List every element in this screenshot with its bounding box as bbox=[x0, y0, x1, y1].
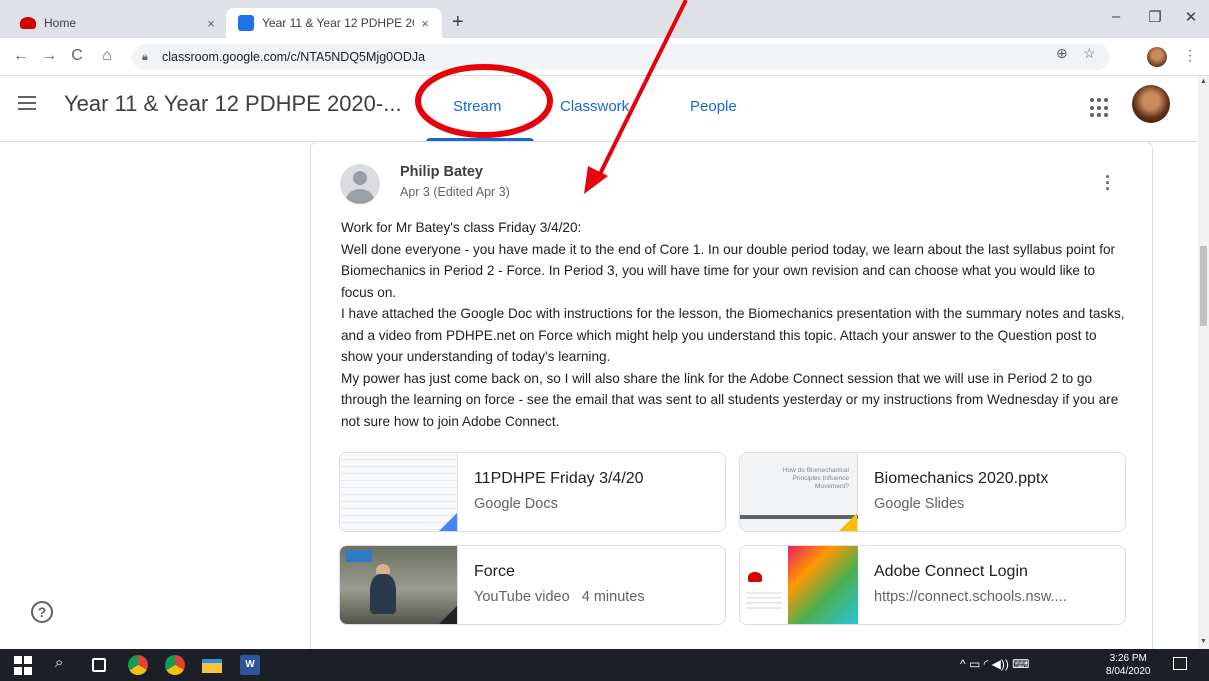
forward-icon[interactable]: → bbox=[38, 47, 60, 65]
windows-start-icon[interactable] bbox=[14, 656, 34, 676]
home-icon[interactable]: ⌂ bbox=[96, 47, 118, 65]
browser-tab-title: Year 11 & Year 12 PDHPE 2020-2 bbox=[262, 16, 414, 30]
chrome-menu-icon[interactable]: ⋮ bbox=[1183, 47, 1197, 64]
close-tab-icon[interactable]: × bbox=[200, 16, 222, 31]
tab-people[interactable]: People bbox=[690, 98, 737, 115]
attachment-title: Biomechanics 2020.pptx bbox=[874, 470, 1049, 487]
account-avatar[interactable] bbox=[1132, 85, 1170, 123]
taskbar-clock[interactable]: 3:26 PM 8/04/2020 bbox=[1106, 652, 1151, 678]
scroll-down-icon[interactable]: ▼ bbox=[1200, 638, 1207, 645]
attachment-subtitle: https://connect.schools.nsw.... bbox=[874, 589, 1067, 605]
google-apps-icon[interactable] bbox=[1090, 98, 1110, 118]
attachment-subtitle: Google Docs bbox=[474, 496, 558, 512]
attachment-youtube-video[interactable]: Force YouTube video 4 minutes bbox=[339, 545, 726, 625]
attachment-google-slides[interactable]: How do Biomechanical Principles Influenc… bbox=[739, 452, 1126, 532]
chrome-profile-icon[interactable] bbox=[165, 655, 185, 675]
doc-thumbnail bbox=[340, 453, 458, 531]
notification-icon[interactable] bbox=[1173, 657, 1187, 670]
classroom-favicon-icon bbox=[238, 15, 254, 31]
post-paragraph: Work for Mr Batey's class Friday 3/4/20: bbox=[341, 220, 582, 235]
clock-date: 8/04/2020 bbox=[1106, 666, 1151, 677]
hamburger-menu-icon[interactable] bbox=[18, 96, 36, 114]
star-icon[interactable]: ☆ bbox=[1083, 45, 1096, 62]
file-explorer-icon[interactable] bbox=[202, 659, 222, 673]
system-tray-icons[interactable]: ^ ▭ ◜ ◀)) ⌨ bbox=[960, 657, 1030, 671]
profile-avatar[interactable] bbox=[1147, 47, 1167, 67]
tab-classwork[interactable]: Classwork bbox=[560, 98, 629, 115]
close-tab-icon[interactable]: × bbox=[414, 16, 436, 31]
slides-thumbnail: How do Biomechanical Principles Influenc… bbox=[740, 453, 858, 531]
nsw-favicon-icon bbox=[20, 17, 36, 29]
close-window-button[interactable]: ✕ bbox=[1176, 8, 1206, 26]
url-text[interactable]: classroom.google.com/c/NTA5NDQ5Mjg0ODJa bbox=[162, 50, 425, 64]
minimize-button[interactable]: – bbox=[1101, 8, 1131, 25]
slide-thumb-text: How do Biomechanical Principles Influenc… bbox=[782, 467, 849, 490]
attachment-subtitle: YouTube video 4 minutes bbox=[474, 589, 645, 605]
link-thumbnail bbox=[740, 546, 858, 624]
help-icon[interactable]: ? bbox=[31, 601, 53, 623]
scroll-up-icon[interactable]: ▲ bbox=[1200, 78, 1207, 85]
attachment-title: Force bbox=[474, 563, 515, 580]
author-avatar[interactable] bbox=[340, 164, 380, 204]
class-title[interactable]: Year 11 & Year 12 PDHPE 2020-... bbox=[64, 91, 402, 117]
post-paragraph: Well done everyone - you have made it to… bbox=[341, 241, 1116, 300]
attachment-title: Adobe Connect Login bbox=[874, 563, 1028, 580]
word-icon[interactable]: W bbox=[240, 655, 260, 675]
stream-post: Philip Batey Apr 3 (Edited Apr 3) · · · Wo… bbox=[310, 141, 1153, 661]
browser-toolbar: ← → C ⌂ 🔒︎ classroom.google.com/c/NTA5ND… bbox=[0, 38, 1209, 76]
task-view-icon[interactable] bbox=[92, 658, 106, 672]
reload-icon[interactable]: C bbox=[66, 47, 88, 65]
post-paragraph: My power has just come back on, so I wil… bbox=[341, 370, 1119, 429]
zoom-icon[interactable]: ⊕ bbox=[1056, 45, 1068, 62]
browser-tab-classroom[interactable]: Year 11 & Year 12 PDHPE 2020-2 × bbox=[226, 8, 442, 38]
tab-stream[interactable]: Stream bbox=[453, 98, 501, 115]
lock-icon[interactable]: 🔒︎ bbox=[142, 51, 158, 64]
attachment-title: 11PDHPE Friday 3/4/20 bbox=[474, 470, 644, 487]
restore-button[interactable]: ❐ bbox=[1140, 8, 1170, 26]
post-author: Philip Batey bbox=[400, 164, 483, 180]
post-body: Work for Mr Batey's class Friday 3/4/20:… bbox=[341, 217, 1131, 432]
page-scrollbar[interactable]: ▲ ▼ bbox=[1198, 76, 1209, 649]
browser-tab-home[interactable]: Home × bbox=[8, 8, 228, 38]
attachment-link[interactable]: Adobe Connect Login https://connect.scho… bbox=[739, 545, 1126, 625]
classroom-header: Year 11 & Year 12 PDHPE 2020-... Stream … bbox=[0, 76, 1198, 142]
attachment-subtitle: Google Slides bbox=[874, 496, 965, 512]
video-thumbnail bbox=[340, 546, 458, 624]
post-date: Apr 3 (Edited Apr 3) bbox=[400, 185, 510, 199]
search-icon[interactable]: ⌕ bbox=[55, 654, 75, 674]
clock-time: 3:26 PM bbox=[1109, 653, 1147, 664]
browser-tab-bar: Home × Year 11 & Year 12 PDHPE 2020-2 × … bbox=[0, 0, 1209, 38]
new-tab-button[interactable]: + bbox=[452, 12, 464, 32]
attachment-google-doc[interactable]: 11PDHPE Friday 3/4/20 Google Docs bbox=[339, 452, 726, 532]
browser-tab-title: Home bbox=[44, 16, 77, 30]
post-paragraph: I have attached the Google Doc with inst… bbox=[341, 306, 1125, 364]
chrome-icon[interactable] bbox=[128, 655, 148, 675]
back-icon[interactable]: ← bbox=[10, 47, 32, 65]
windows-taskbar: ⌕ W ^ ▭ ◜ ◀)) ⌨ 3:26 PM 8/04/2020 bbox=[0, 649, 1209, 681]
address-bar[interactable]: 🔒︎ classroom.google.com/c/NTA5NDQ5Mjg0OD… bbox=[132, 44, 1110, 70]
post-options-icon[interactable]: · · · bbox=[1105, 168, 1111, 198]
scroll-thumb[interactable] bbox=[1200, 246, 1207, 326]
